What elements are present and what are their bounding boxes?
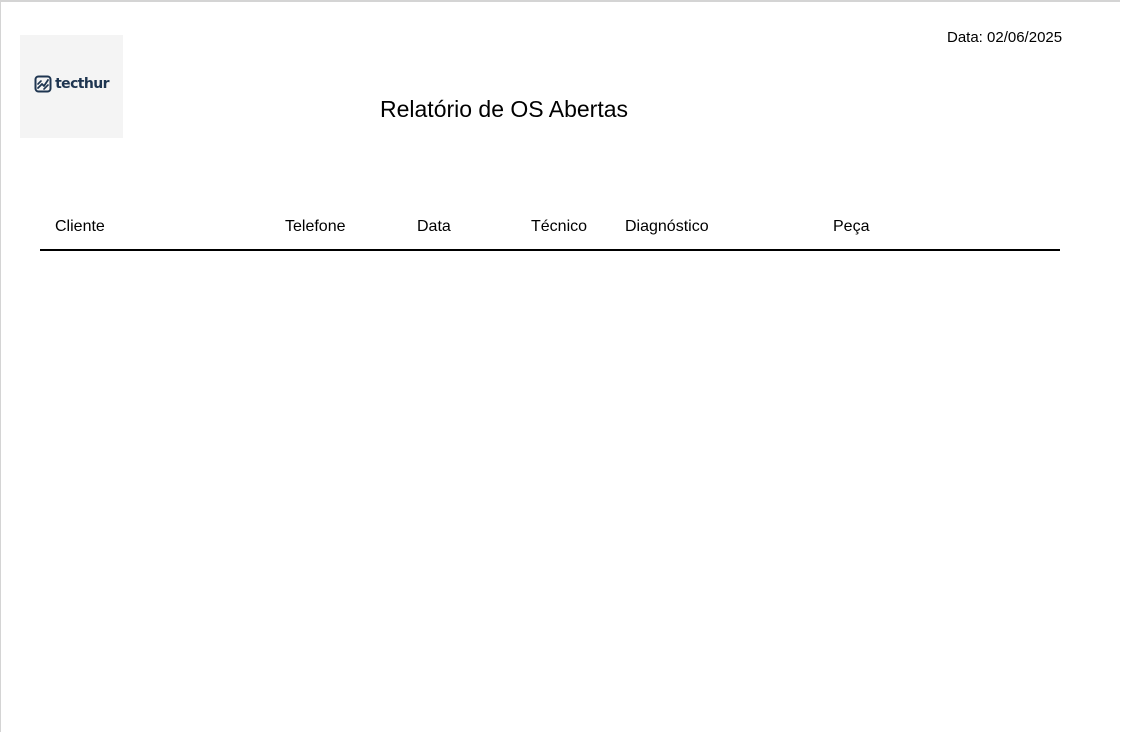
report-title: Relatório de OS Abertas [380, 96, 629, 122]
column-header-cliente: Cliente [55, 218, 105, 235]
column-header-peca: Peça [833, 218, 870, 235]
report-date: Data: 02/06/2025 [947, 29, 1063, 46]
logo-group: tecthur [34, 75, 110, 93]
column-header-tecnico: Técnico [531, 218, 588, 235]
table-header-row: Cliente Telefone Data Técnico Diagnóstic… [40, 215, 1060, 251]
column-header-data: Data [417, 218, 451, 235]
column-header-diagnostico: Diagnóstico [625, 218, 709, 235]
tecthur-logo-icon [34, 75, 52, 93]
logo-wordmark: tecthur [55, 76, 109, 92]
column-header-telefone: Telefone [285, 218, 346, 235]
company-logo: tecthur [20, 35, 123, 138]
report-page: tecthur Data: 02/06/2025 Relatório de OS… [0, 0, 1120, 732]
